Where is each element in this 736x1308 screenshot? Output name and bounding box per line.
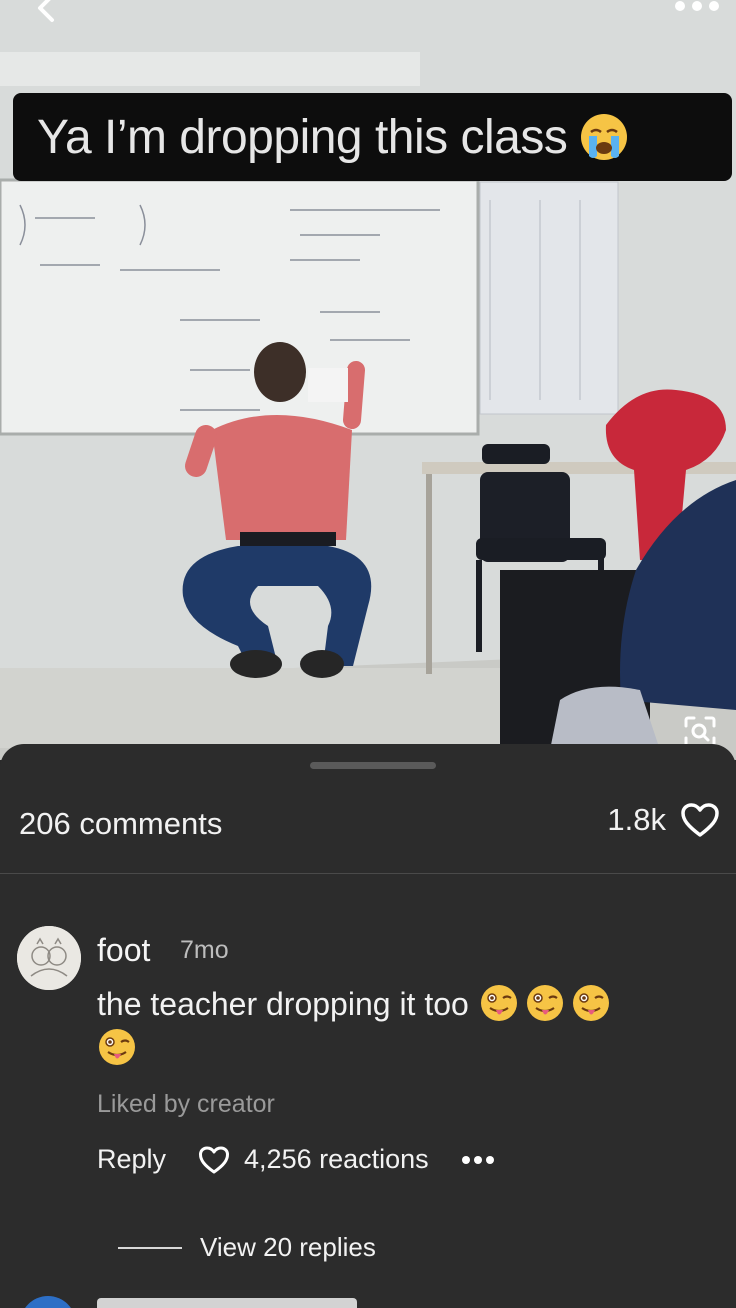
comment-body: the teacher dropping it too (97, 986, 469, 1022)
winking-face-with-tongue-icon (526, 985, 563, 1021)
caption-text: Ya I’m dropping this class (37, 110, 568, 164)
sheet-drag-handle[interactable] (310, 762, 436, 769)
comments-header: 206 comments 1.8k (0, 784, 736, 874)
heart-outline-icon[interactable] (198, 1145, 230, 1175)
replies-divider-line (118, 1246, 182, 1249)
comment-actions: Reply 4,256 reactions (97, 1144, 495, 1175)
heart-outline-icon[interactable] (680, 802, 720, 838)
video-caption: Ya I’m dropping this class (13, 93, 732, 181)
next-comment-username-partial (97, 1298, 357, 1308)
avatar[interactable] (17, 926, 81, 990)
loudly-crying-face-icon (581, 114, 628, 160)
reply-button[interactable]: Reply (97, 1144, 166, 1175)
comments-sheet: 206 comments 1.8k foot 7mo the teacher d… (0, 744, 736, 1308)
like-button[interactable]: 1.8k (607, 802, 720, 838)
comment-timestamp: 7mo (180, 936, 229, 964)
comment-username[interactable]: foot (97, 932, 150, 969)
view-replies-button[interactable]: View 20 replies (118, 1232, 376, 1263)
next-comment-avatar[interactable] (20, 1296, 76, 1308)
winking-face-with-tongue-icon (99, 1029, 135, 1065)
view-replies-label: View 20 replies (200, 1232, 376, 1262)
comment-text: the teacher dropping it too (97, 982, 697, 1070)
video-player[interactable]: Ya I’m dropping this class (0, 0, 736, 760)
comment-count: 206 comments (19, 806, 223, 841)
winking-face-with-tongue-icon (572, 985, 609, 1021)
liked-by-creator: Liked by creator (97, 1090, 275, 1118)
back-chevron-icon[interactable] (28, 0, 68, 24)
winking-face-with-tongue-icon (480, 985, 517, 1021)
more-options-icon[interactable] (672, 0, 722, 16)
reactions-count[interactable]: 4,256 reactions (244, 1144, 429, 1175)
more-options-icon[interactable] (461, 1155, 495, 1165)
avatar-image (17, 926, 81, 990)
likes-count: 1.8k (607, 802, 666, 837)
